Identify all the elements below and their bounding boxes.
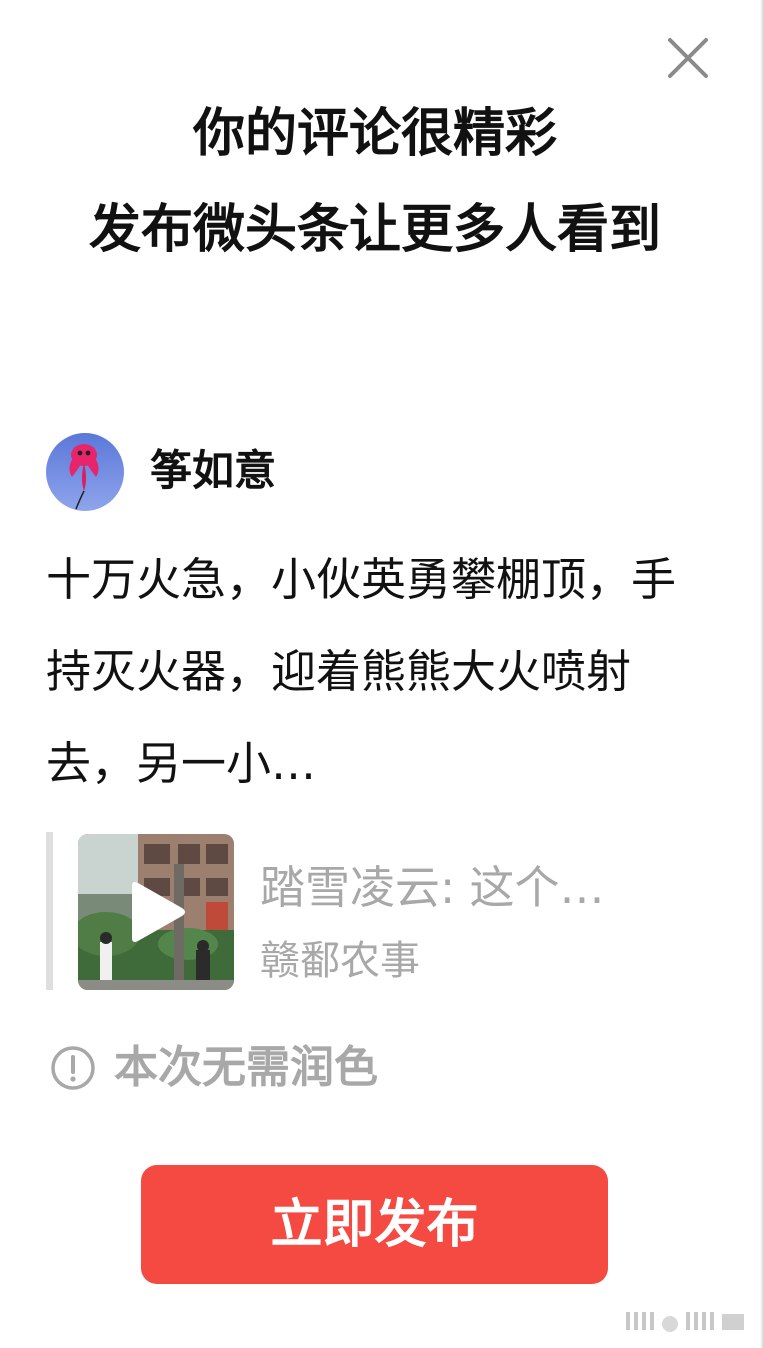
polish-notice: 本次无需润色 [50,1040,378,1096]
close-button[interactable] [664,34,712,82]
close-icon [668,38,708,78]
dialog-title-line1: 你的评论很精彩 [192,104,557,164]
watermark-logo [626,1312,744,1332]
publish-button[interactable]: 立即发布 [141,1165,608,1284]
video-thumbnail[interactable] [78,834,234,990]
video-play-icon [132,882,185,942]
dialog-title: 你的评论很精彩 发布微头条让更多人看到 [40,86,710,278]
quote-card[interactable]: 踏雪凌云: 这个… 赣鄱农事 [46,832,686,990]
quote-source: 赣鄱农事 [260,938,420,984]
notice-text: 本次无需润色 [114,1042,378,1093]
dialog-edge [760,0,764,1348]
post-text: 十万火急，小伙英勇攀棚顶，手持灭火器，迎着熊熊大火喷射去，另一小… [46,553,677,790]
kite-avatar-icon [46,433,124,511]
quote-bar [46,832,53,990]
info-circle-icon [51,1046,95,1090]
dialog-title-line2: 发布微头条让更多人看到 [88,200,661,260]
author-name: 筝如意 [150,446,277,495]
publish-dialog: 你的评论很精彩 发布微头条让更多人看到 筝如意 十万火急，小伙英勇攀棚顶，手持灭… [0,0,764,1348]
quote-title: 踏雪凌云: 这个… [260,861,605,914]
avatar [46,433,124,511]
